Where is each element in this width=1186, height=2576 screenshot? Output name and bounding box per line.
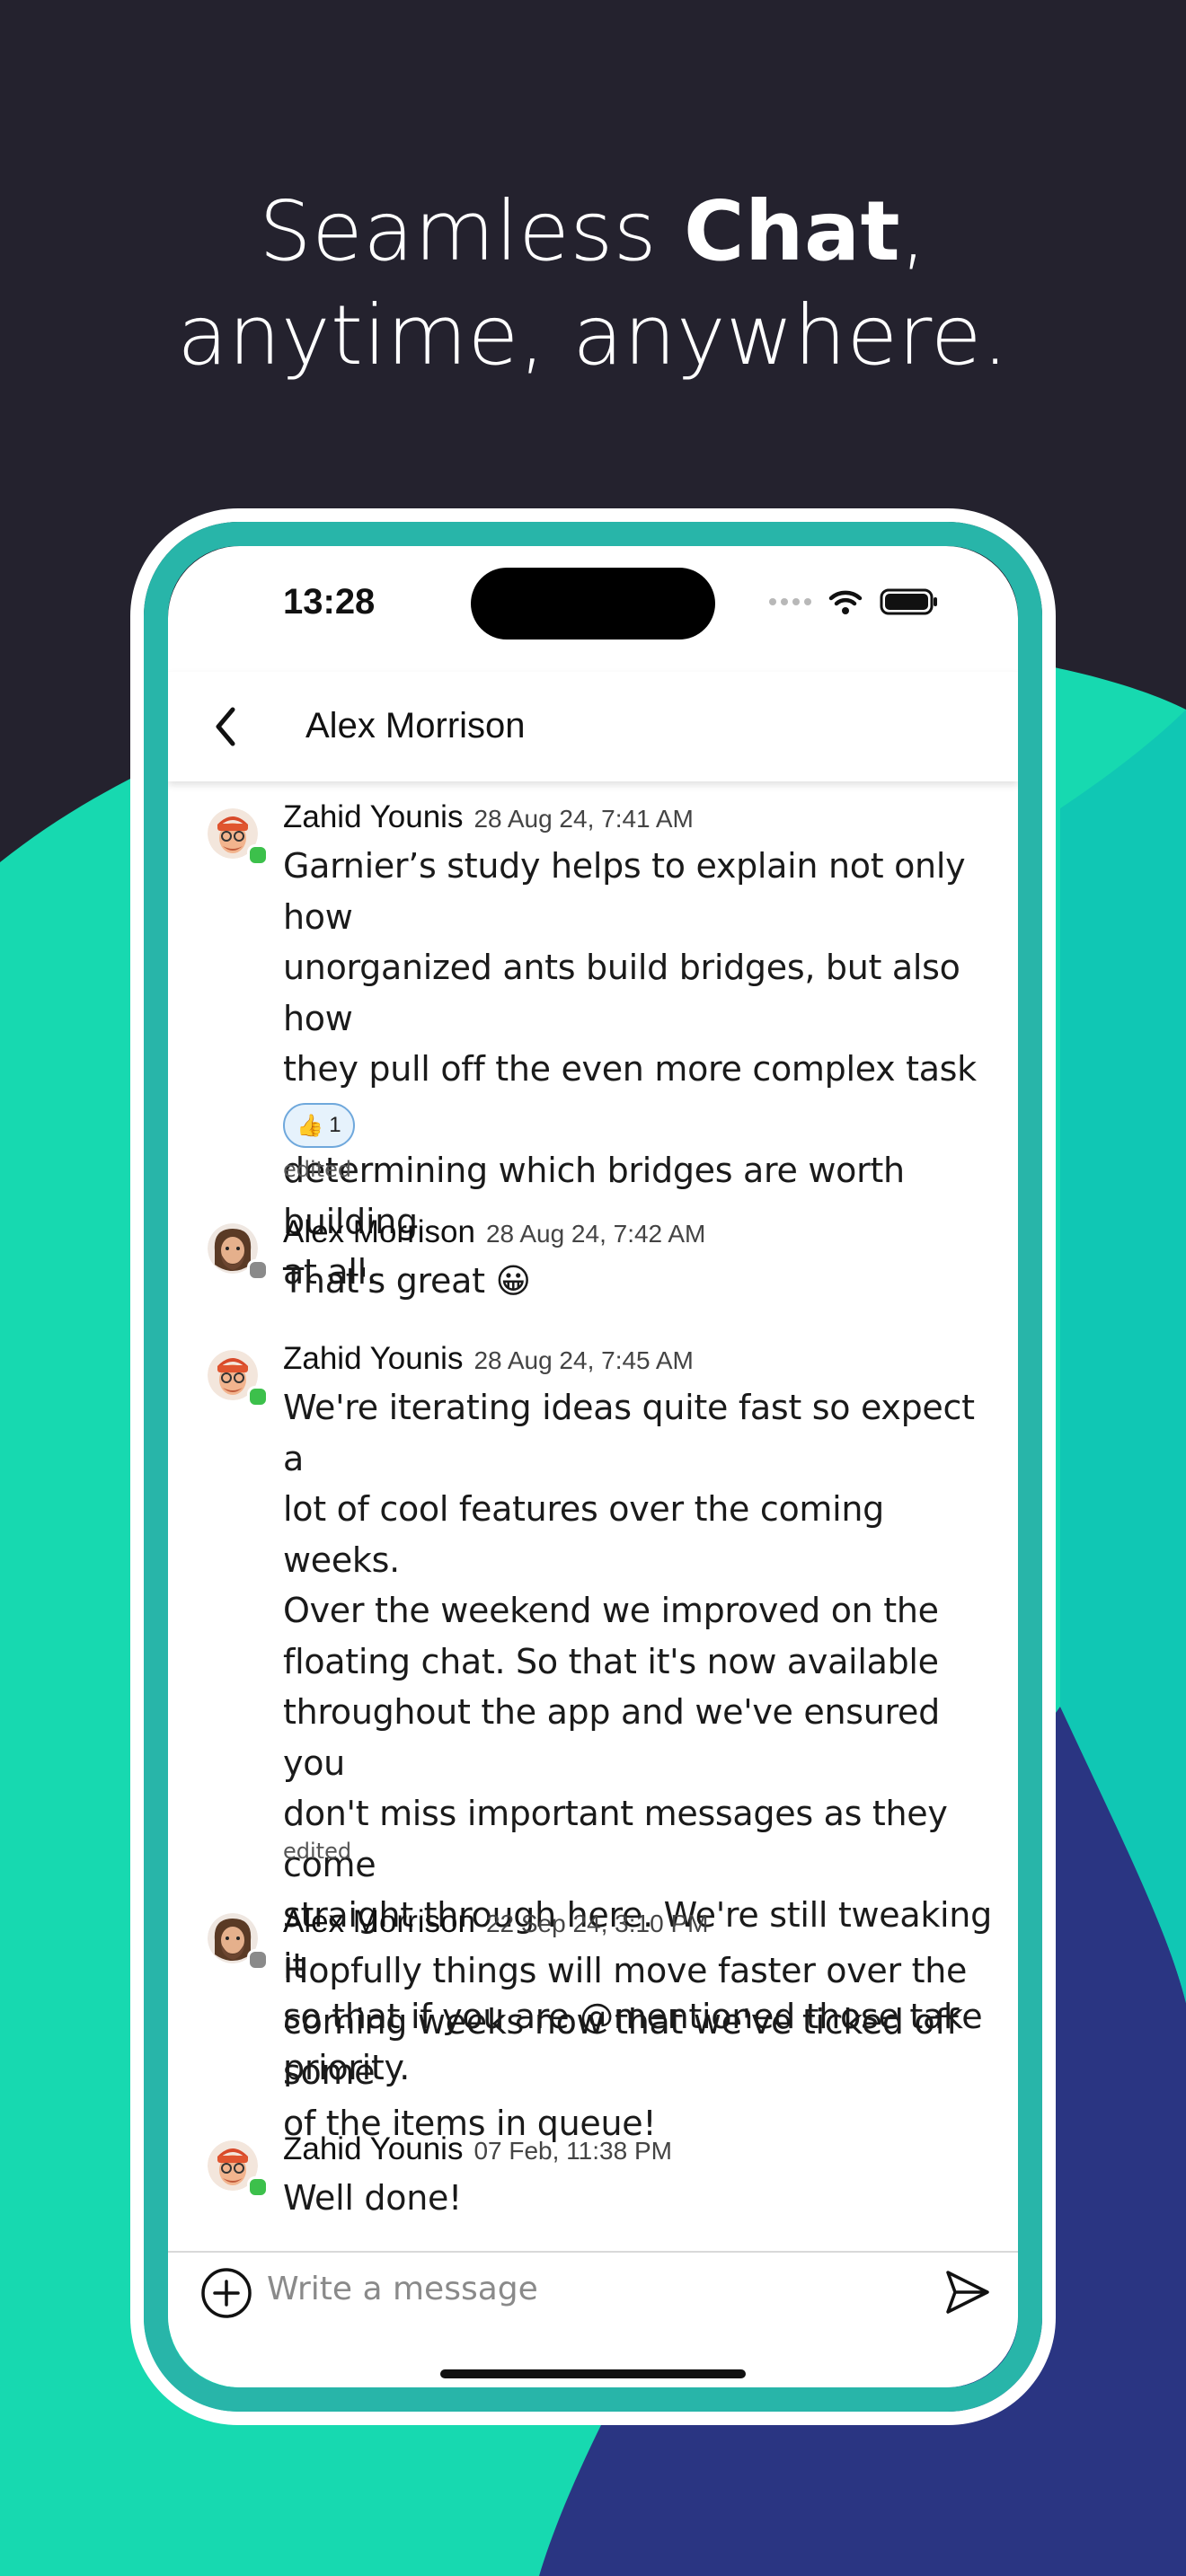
message-header: Alex Morrison 22 Sep 24, 3:10 PM bbox=[283, 1904, 708, 1940]
message-line: We're iterating ideas quite fast so expe… bbox=[283, 1388, 975, 1478]
chevron-left-icon[interactable] bbox=[204, 702, 249, 751]
online-status-dot bbox=[247, 844, 269, 866]
reaction-thumbs-up[interactable]: 👍 1 bbox=[283, 1103, 355, 1148]
thumbs-up-icon: 👍 bbox=[296, 1113, 324, 1138]
headline-bold: Chat bbox=[683, 183, 901, 279]
message-text: That's great 😀 bbox=[283, 1256, 993, 1307]
promo-headline: Seamless Chat, anytime, anywhere. bbox=[0, 180, 1186, 388]
battery-icon bbox=[880, 588, 937, 615]
chat-header: Alex Morrison bbox=[168, 672, 1018, 781]
message-line: throughout the app and we've ensured you bbox=[283, 1692, 940, 1783]
author-name: Alex Morrison bbox=[283, 1214, 475, 1249]
wifi-icon bbox=[828, 590, 863, 614]
message-line: coming weeks now that we've ticked off s… bbox=[283, 2001, 959, 2093]
message-line: don't miss important messages as they co… bbox=[283, 1794, 948, 1884]
message-header: Zahid Younis 28 Aug 24, 7:45 AM bbox=[283, 1341, 694, 1377]
home-indicator bbox=[440, 2369, 746, 2378]
message-text: Well done! bbox=[283, 2173, 993, 2224]
online-status-dot bbox=[247, 1386, 269, 1407]
status-time: 13:28 bbox=[283, 582, 376, 622]
send-icon[interactable] bbox=[943, 2267, 993, 2317]
message-line: lot of cool features over the coming wee… bbox=[283, 1489, 884, 1580]
message-line: Well done! bbox=[283, 2178, 462, 2218]
offline-status-dot bbox=[247, 1949, 269, 1971]
reaction-count: 1 bbox=[329, 1113, 341, 1137]
message-timestamp: 07 Feb, 11:38 PM bbox=[474, 2137, 672, 2165]
message-composer: Write a message bbox=[168, 2251, 1018, 2387]
message-line: floating chat. So that it's now availabl… bbox=[283, 1641, 939, 1681]
edited-label: edited bbox=[283, 1157, 352, 1182]
author-name: Zahid Younis bbox=[283, 2131, 464, 2166]
edited-label: edited bbox=[283, 1839, 352, 1864]
message-header: Alex Morrison 28 Aug 24, 7:42 AM bbox=[283, 1214, 705, 1250]
author-name: Zahid Younis bbox=[283, 799, 464, 834]
message-line: Over the weekend we improved on the bbox=[283, 1591, 939, 1630]
message-timestamp: 22 Sep 24, 3:10 PM bbox=[485, 1910, 709, 1937]
message-timestamp: 28 Aug 24, 7:42 AM bbox=[485, 1220, 706, 1248]
message-timestamp: 28 Aug 24, 7:45 AM bbox=[474, 1346, 694, 1374]
author-name: Alex Morrison bbox=[283, 1904, 475, 1939]
message-timestamp: 28 Aug 24, 7:41 AM bbox=[474, 805, 694, 833]
message-text: Hopfully things will move faster over th… bbox=[283, 1945, 993, 2148]
chat-title: Alex Morrison bbox=[305, 706, 526, 745]
headline-line2: anytime, anywhere. bbox=[177, 287, 1009, 384]
message-header: Zahid Younis 07 Feb, 11:38 PM bbox=[283, 2131, 672, 2167]
phone-screen: 13:28 Alex Morrison Zahid Younis 28 Aug … bbox=[168, 546, 1018, 2387]
online-status-dot bbox=[247, 2176, 269, 2198]
message-line: they pull off the even more complex task… bbox=[283, 1049, 977, 1140]
message-line: That's great 😀 bbox=[283, 1261, 531, 1301]
message-header: Zahid Younis 28 Aug 24, 7:41 AM bbox=[283, 799, 694, 835]
message-line: Hopfully things will move faster over th… bbox=[283, 1951, 968, 1990]
dynamic-island bbox=[471, 568, 715, 640]
status-icons bbox=[769, 587, 939, 616]
offline-status-dot bbox=[247, 1259, 269, 1281]
message-line: unorganized ants build bridges, but also… bbox=[283, 948, 960, 1038]
headline-part1: Seamless bbox=[259, 183, 684, 279]
signal-icon bbox=[769, 598, 811, 605]
message-input[interactable]: Write a message bbox=[267, 2271, 538, 2307]
plus-circle-icon[interactable] bbox=[200, 2267, 252, 2319]
headline-comma: , bbox=[900, 183, 927, 279]
author-name: Zahid Younis bbox=[283, 1341, 464, 1376]
message-line: Garnier’s study helps to explain not onl… bbox=[283, 846, 966, 937]
